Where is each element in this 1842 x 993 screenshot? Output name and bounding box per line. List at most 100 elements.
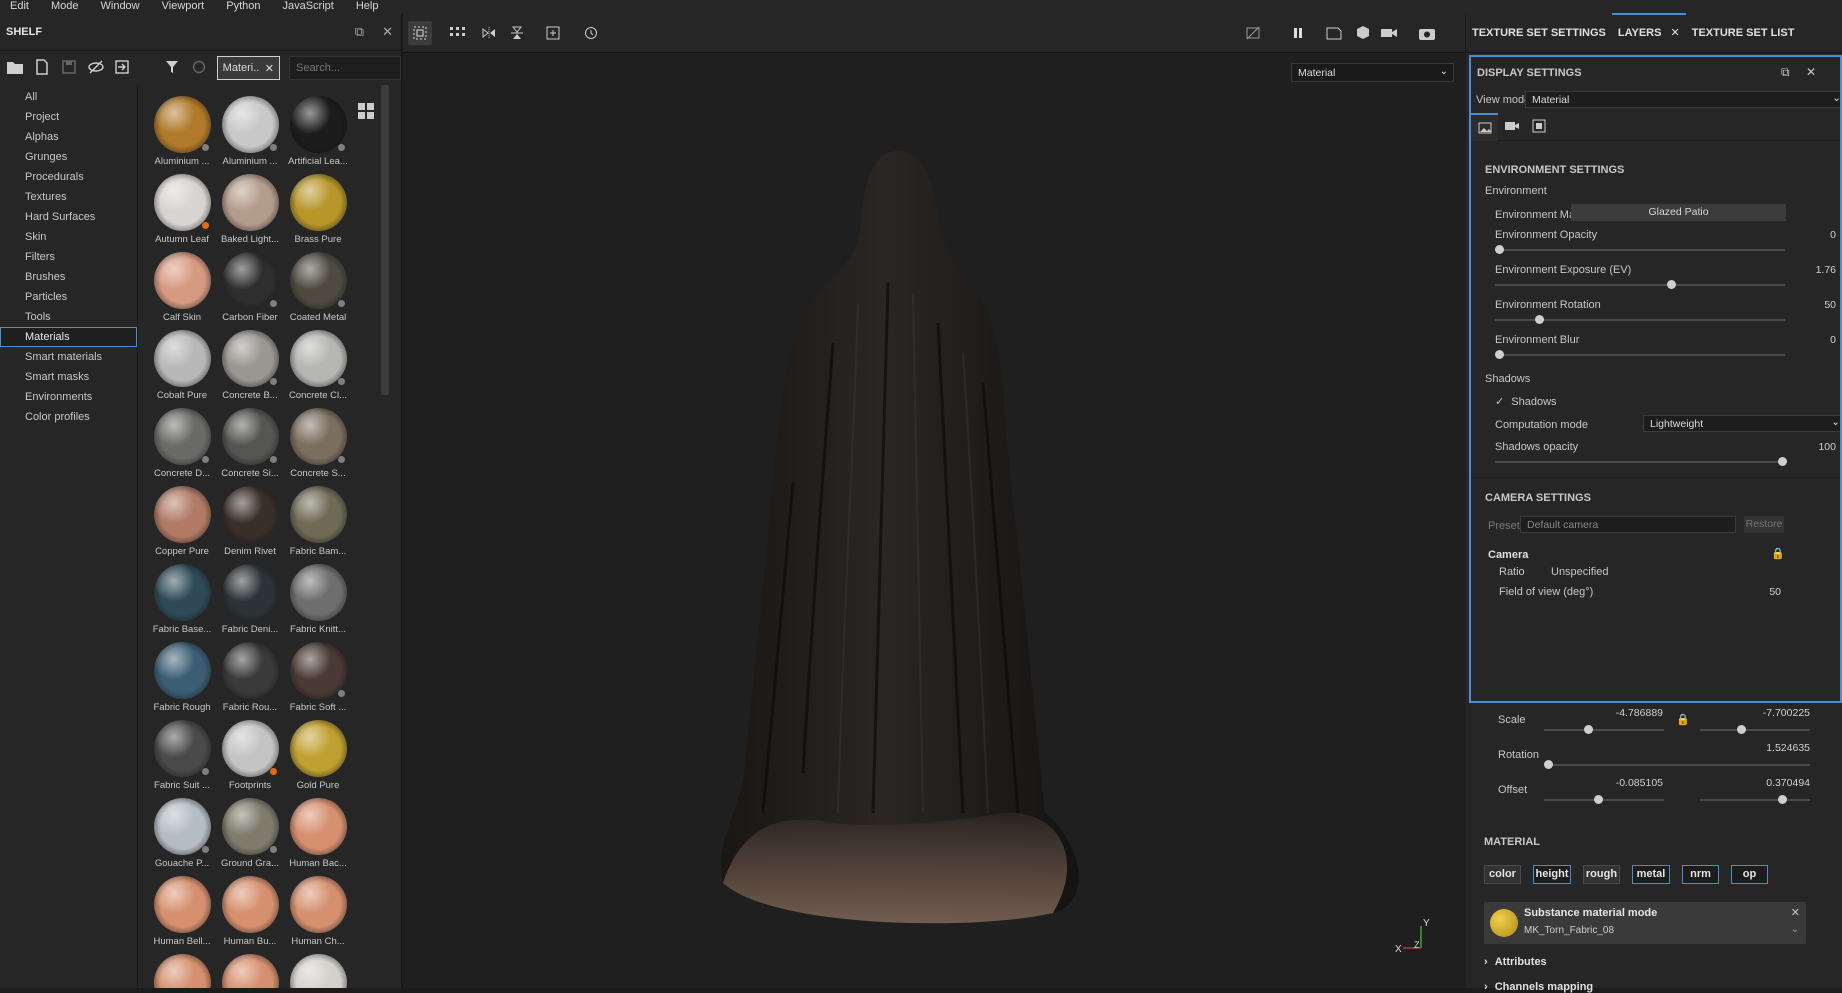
- tab-texture-set-settings[interactable]: TEXTURE SET SETTINGS: [1466, 13, 1612, 53]
- selection-tool-icon[interactable]: [408, 21, 432, 45]
- shelf-category-procedurals[interactable]: Procedurals: [0, 167, 137, 187]
- material-thumbnail[interactable]: Human Ch...: [284, 873, 352, 951]
- close-icon[interactable]: ✕: [1806, 65, 1816, 79]
- material-thumbnail[interactable]: Calf Skin: [148, 249, 216, 327]
- material-thumbnail[interactable]: Fabric Knitt...: [284, 561, 352, 639]
- shelf-close-icon[interactable]: ✕: [382, 24, 393, 40]
- material-thumbnail[interactable]: Fabric Deni...: [216, 561, 284, 639]
- screenshot-icon[interactable]: [1415, 21, 1439, 45]
- menu-item-javascript[interactable]: JavaScript: [282, 0, 333, 13]
- material-thumbnail[interactable]: Cobalt Pure: [148, 327, 216, 405]
- material-thumbnail[interactable]: Fabric Bam...: [284, 483, 352, 561]
- shelf-category-hard-surfaces[interactable]: Hard Surfaces: [0, 207, 137, 227]
- lock-icon[interactable]: 🔒: [1676, 713, 1690, 726]
- menu-item-mode[interactable]: Mode: [51, 0, 79, 13]
- material-thumbnail[interactable]: Artificial Lea...: [284, 93, 352, 171]
- channel-toggle-nrm[interactable]: nrm: [1682, 865, 1719, 884]
- shelf-category-tools[interactable]: Tools: [0, 307, 137, 327]
- menu-item-edit[interactable]: Edit: [10, 0, 29, 13]
- material-thumbnail[interactable]: Human Bell...: [148, 873, 216, 951]
- env-slider[interactable]: [1495, 245, 1785, 254]
- shelf-category-particles[interactable]: Particles: [0, 287, 137, 307]
- channel-toggle-height[interactable]: height: [1533, 865, 1571, 884]
- filter-chip-close-icon[interactable]: ✕: [265, 62, 274, 75]
- shelf-category-color-profiles[interactable]: Color profiles: [0, 407, 137, 427]
- refresh-icon[interactable]: [190, 59, 208, 77]
- scale-x-slider[interactable]: [1544, 725, 1664, 734]
- tab-close-icon[interactable]: ✕: [1667, 27, 1680, 39]
- slider-knob[interactable]: [1584, 725, 1593, 734]
- viewport-mode-select[interactable]: Material ⌄: [1291, 63, 1454, 82]
- slider-knob[interactable]: [1666, 280, 1676, 289]
- material-thumbnail[interactable]: Concrete D...: [148, 405, 216, 483]
- slider-knob[interactable]: [1495, 245, 1504, 254]
- shelf-category-all[interactable]: All: [0, 87, 137, 107]
- history-icon[interactable]: [579, 21, 603, 45]
- shelf-category-project[interactable]: Project: [0, 107, 137, 127]
- material-thumbnail[interactable]: [148, 951, 216, 988]
- shelf-category-alphas[interactable]: Alphas: [0, 127, 137, 147]
- material-thumbnail[interactable]: Fabric Rough: [148, 639, 216, 717]
- material-thumbnail[interactable]: Fabric Suit ...: [148, 717, 216, 795]
- mirror-vertical-icon[interactable]: [505, 21, 529, 45]
- viewport[interactable]: Material ⌄ Y X Z: [403, 13, 1465, 988]
- shelf-category-textures[interactable]: Textures: [0, 187, 137, 207]
- shelf-category-materials[interactable]: Materials: [0, 327, 137, 347]
- offset-x-slider[interactable]: [1544, 795, 1664, 804]
- preset-input[interactable]: Default camera: [1520, 516, 1736, 533]
- hide-icon[interactable]: [87, 59, 105, 77]
- display-frame-tab-icon[interactable]: [1532, 119, 1546, 136]
- shelf-category-environments[interactable]: Environments: [0, 387, 137, 407]
- shelf-category-brushes[interactable]: Brushes: [0, 267, 137, 287]
- material-thumbnail[interactable]: [284, 951, 352, 988]
- menu-item-viewport[interactable]: Viewport: [162, 0, 205, 13]
- env-map-button[interactable]: Glazed Patio: [1571, 204, 1786, 221]
- shelf-category-smart-materials[interactable]: Smart materials: [0, 347, 137, 367]
- env-slider[interactable]: [1495, 280, 1785, 289]
- material-thumbnail[interactable]: Human Bu...: [216, 873, 284, 951]
- computation-mode-select[interactable]: Lightweight ⌄: [1643, 415, 1840, 432]
- slider-knob[interactable]: [1778, 795, 1787, 804]
- shelf-category-filters[interactable]: Filters: [0, 247, 137, 267]
- material-thumbnail[interactable]: Carbon Fiber: [216, 249, 284, 327]
- pause-icon[interactable]: [1286, 21, 1310, 45]
- material-thumbnail[interactable]: Aluminium ...: [148, 93, 216, 171]
- env-slider[interactable]: [1495, 350, 1785, 359]
- material-thumbnail[interactable]: Fabric Base...: [148, 561, 216, 639]
- slider-knob[interactable]: [1544, 760, 1553, 769]
- material-thumbnail[interactable]: Ground Gra...: [216, 795, 284, 873]
- shelf-category-smart-masks[interactable]: Smart masks: [0, 367, 137, 387]
- grid-icon[interactable]: [446, 21, 470, 45]
- slider-knob[interactable]: [1737, 725, 1746, 734]
- view-mode-select[interactable]: Material ⌄: [1525, 91, 1840, 108]
- channels-mapping-section[interactable]: › Channels mapping: [1484, 981, 1593, 993]
- substance-material-mode-card[interactable]: Substance material mode MK_Torn_Fabric_0…: [1484, 902, 1806, 944]
- offset-y-slider[interactable]: [1700, 795, 1810, 804]
- menu-item-help[interactable]: Help: [356, 0, 379, 13]
- import-icon[interactable]: [114, 59, 132, 77]
- new-resource-icon[interactable]: [33, 59, 51, 77]
- view-2d-icon[interactable]: [1322, 21, 1346, 45]
- material-thumbnail[interactable]: [216, 951, 284, 988]
- rotation-slider[interactable]: [1544, 760, 1810, 769]
- material-thumbnail[interactable]: Concrete B...: [216, 327, 284, 405]
- material-thumbnail[interactable]: Gouache P...: [148, 795, 216, 873]
- tab-layers[interactable]: LAYERS ✕: [1611, 12, 1686, 53]
- channel-toggle-metal[interactable]: metal: [1632, 865, 1670, 884]
- hide-ui-icon[interactable]: [1241, 21, 1265, 45]
- material-thumbnail[interactable]: Fabric Rou...: [216, 639, 284, 717]
- tab-texture-set-list[interactable]: TEXTURE SET LIST: [1686, 13, 1801, 53]
- material-thumbnail[interactable]: Autumn Leaf: [148, 171, 216, 249]
- display-camera-tab-icon[interactable]: [1504, 120, 1520, 135]
- shadows-checkbox[interactable]: ✓ Shadows: [1495, 395, 1557, 408]
- add-frame-icon[interactable]: [541, 21, 565, 45]
- slider-knob[interactable]: [1535, 315, 1545, 324]
- attributes-section[interactable]: › Attributes: [1484, 956, 1547, 968]
- shelf-scrollbar[interactable]: [381, 85, 389, 395]
- material-thumbnail[interactable]: Human Bac...: [284, 795, 352, 873]
- close-icon[interactable]: ✕: [1791, 906, 1800, 919]
- camera-icon[interactable]: [1377, 21, 1401, 45]
- material-thumbnail[interactable]: Brass Pure: [284, 171, 352, 249]
- view-3d-icon[interactable]: [1351, 21, 1375, 45]
- material-thumbnail[interactable]: Coated Metal: [284, 249, 352, 327]
